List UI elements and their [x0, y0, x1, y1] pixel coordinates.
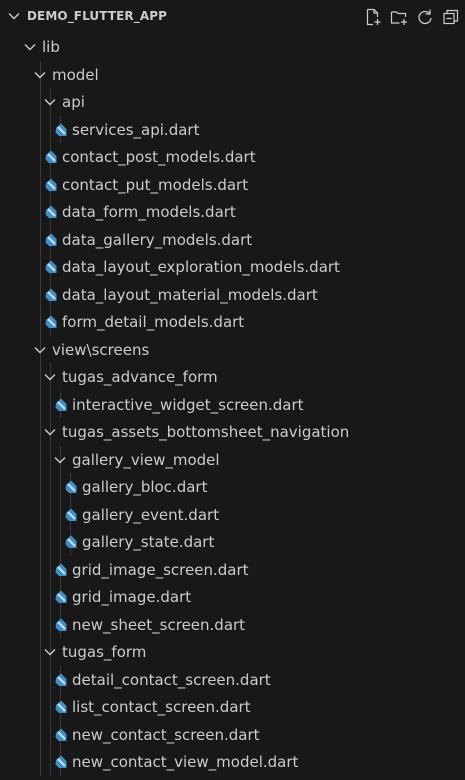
dart-file-icon: [45, 150, 57, 163]
tree-folder-row[interactable]: view\screens: [0, 336, 465, 364]
tree-item-label: data_form_models.dart: [62, 203, 236, 221]
dart-file-icon: [65, 508, 77, 521]
tree-file-row[interactable]: interactive_widget_screen.dart: [0, 391, 465, 419]
tree-file-row[interactable]: data_layout_material_models.dart: [0, 281, 465, 309]
tree-item-label: tugas_form: [62, 643, 147, 661]
tree-item-label: api: [62, 93, 85, 111]
dart-file-icon: [55, 123, 67, 136]
dart-file-icon: [45, 315, 57, 328]
dart-file-icon: [45, 178, 57, 191]
tree-file-row[interactable]: new_contact_screen.dart: [0, 721, 465, 749]
tree-item-label: gallery_view_model: [72, 450, 220, 469]
tree-item-label: tugas_assets_bottomsheet_navigation: [62, 423, 350, 441]
dart-file-icon: [65, 535, 77, 548]
tree-item-label: data_layout_material_models.dart: [62, 285, 318, 304]
chevron-down-icon[interactable]: [52, 452, 68, 468]
dart-file-icon: [45, 288, 57, 301]
chevron-down-icon[interactable]: [42, 424, 58, 440]
tree-file-row[interactable]: list_contact_screen.dart: [0, 693, 465, 721]
tree-item-label: data_layout_exploration_models.dart: [62, 258, 340, 276]
explorer-header[interactable]: DEMO_FLUTTER_APP: [0, 0, 465, 34]
new-folder-icon[interactable]: [389, 7, 409, 27]
chevron-down-icon[interactable]: [22, 39, 38, 55]
tree-file-row[interactable]: gallery_event.dart: [0, 501, 465, 529]
refresh-icon[interactable]: [415, 7, 435, 27]
collapse-all-icon[interactable]: [441, 7, 461, 27]
chevron-down-icon[interactable]: [32, 342, 48, 358]
explorer-actions: [363, 7, 461, 27]
dart-file-icon: [45, 260, 57, 273]
tree-file-row[interactable]: form_detail_models.dart: [0, 308, 465, 336]
tree-file-row[interactable]: grid_image_screen.dart: [0, 556, 465, 584]
new-file-icon[interactable]: [363, 7, 383, 27]
dart-file-icon: [55, 755, 67, 768]
tree-item-label: new_contact_view_model.dart: [72, 753, 299, 771]
dart-file-icon: [55, 618, 67, 631]
dart-file-icon: [45, 205, 57, 218]
dart-file-icon: [55, 728, 67, 741]
tree-file-row[interactable]: new_contact_view_model.dart: [0, 748, 465, 776]
tree-item-label: new_sheet_screen.dart: [72, 615, 246, 634]
chevron-down-icon[interactable]: [42, 94, 58, 110]
tree-item-label: gallery_bloc.dart: [82, 478, 208, 496]
tree-item-label: lib: [42, 38, 60, 56]
tree-folder-row[interactable]: api: [0, 88, 465, 116]
tree-item-label: contact_put_models.dart: [62, 175, 249, 194]
tree-item-label: form_detail_models.dart: [62, 313, 245, 331]
chevron-down-icon[interactable]: [42, 369, 58, 385]
dart-file-icon: [55, 673, 67, 686]
dart-file-icon: [55, 700, 67, 713]
dart-file-icon: [65, 480, 77, 493]
tree-folder-row[interactable]: tugas_assets_bottomsheet_navigation: [0, 418, 465, 446]
tree-folder-row[interactable]: lib: [0, 33, 465, 61]
tree-item-label: contact_post_models.dart: [62, 148, 256, 166]
tree-file-row[interactable]: gallery_state.dart: [0, 528, 465, 556]
tree-item-label: list_contact_screen.dart: [72, 698, 251, 716]
tree-file-row[interactable]: new_sheet_screen.dart: [0, 611, 465, 639]
tree-item-label: data_gallery_models.dart: [62, 230, 253, 249]
dart-file-icon: [55, 563, 67, 576]
explorer-title: DEMO_FLUTTER_APP: [27, 9, 168, 23]
tree-file-row[interactable]: contact_put_models.dart: [0, 171, 465, 199]
tree-folder-row[interactable]: tugas_advance_form: [0, 363, 465, 391]
dart-file-icon: [45, 233, 57, 246]
chevron-down-icon[interactable]: [6, 8, 22, 24]
tree-item-label: gallery_state.dart: [82, 533, 215, 551]
chevron-down-icon[interactable]: [32, 67, 48, 83]
tree-item-label: new_contact_screen.dart: [72, 725, 260, 744]
tree-folder-row[interactable]: tugas_form: [0, 638, 465, 666]
tree-item-label: tugas_advance_form: [62, 368, 218, 386]
tree-file-row[interactable]: gallery_bloc.dart: [0, 473, 465, 501]
tree-item-label: grid_image_screen.dart: [72, 560, 249, 579]
dart-file-icon: [55, 398, 67, 411]
chevron-down-icon[interactable]: [42, 644, 58, 660]
dart-file-icon: [55, 590, 67, 603]
tree-item-label: services_api.dart: [72, 120, 200, 139]
tree-item-label: detail_contact_screen.dart: [72, 670, 271, 689]
tree-file-row[interactable]: data_gallery_models.dart: [0, 226, 465, 254]
tree-folder-row[interactable]: model: [0, 61, 465, 89]
tree-folder-row[interactable]: gallery_view_model: [0, 446, 465, 474]
tree-file-row[interactable]: services_api.dart: [0, 116, 465, 144]
tree-item-label: interactive_widget_screen.dart: [72, 395, 304, 414]
tree-file-row[interactable]: grid_image.dart: [0, 583, 465, 611]
tree-file-row[interactable]: detail_contact_screen.dart: [0, 666, 465, 694]
tree-file-row[interactable]: data_layout_exploration_models.dart: [0, 253, 465, 281]
tree-item-label: grid_image.dart: [72, 588, 192, 606]
tree-item-label: gallery_event.dart: [82, 505, 220, 524]
tree-item-label: view\screens: [52, 340, 150, 359]
tree-item-label: model: [52, 65, 99, 84]
tree-file-row[interactable]: contact_post_models.dart: [0, 143, 465, 171]
tree-file-row[interactable]: data_form_models.dart: [0, 198, 465, 226]
